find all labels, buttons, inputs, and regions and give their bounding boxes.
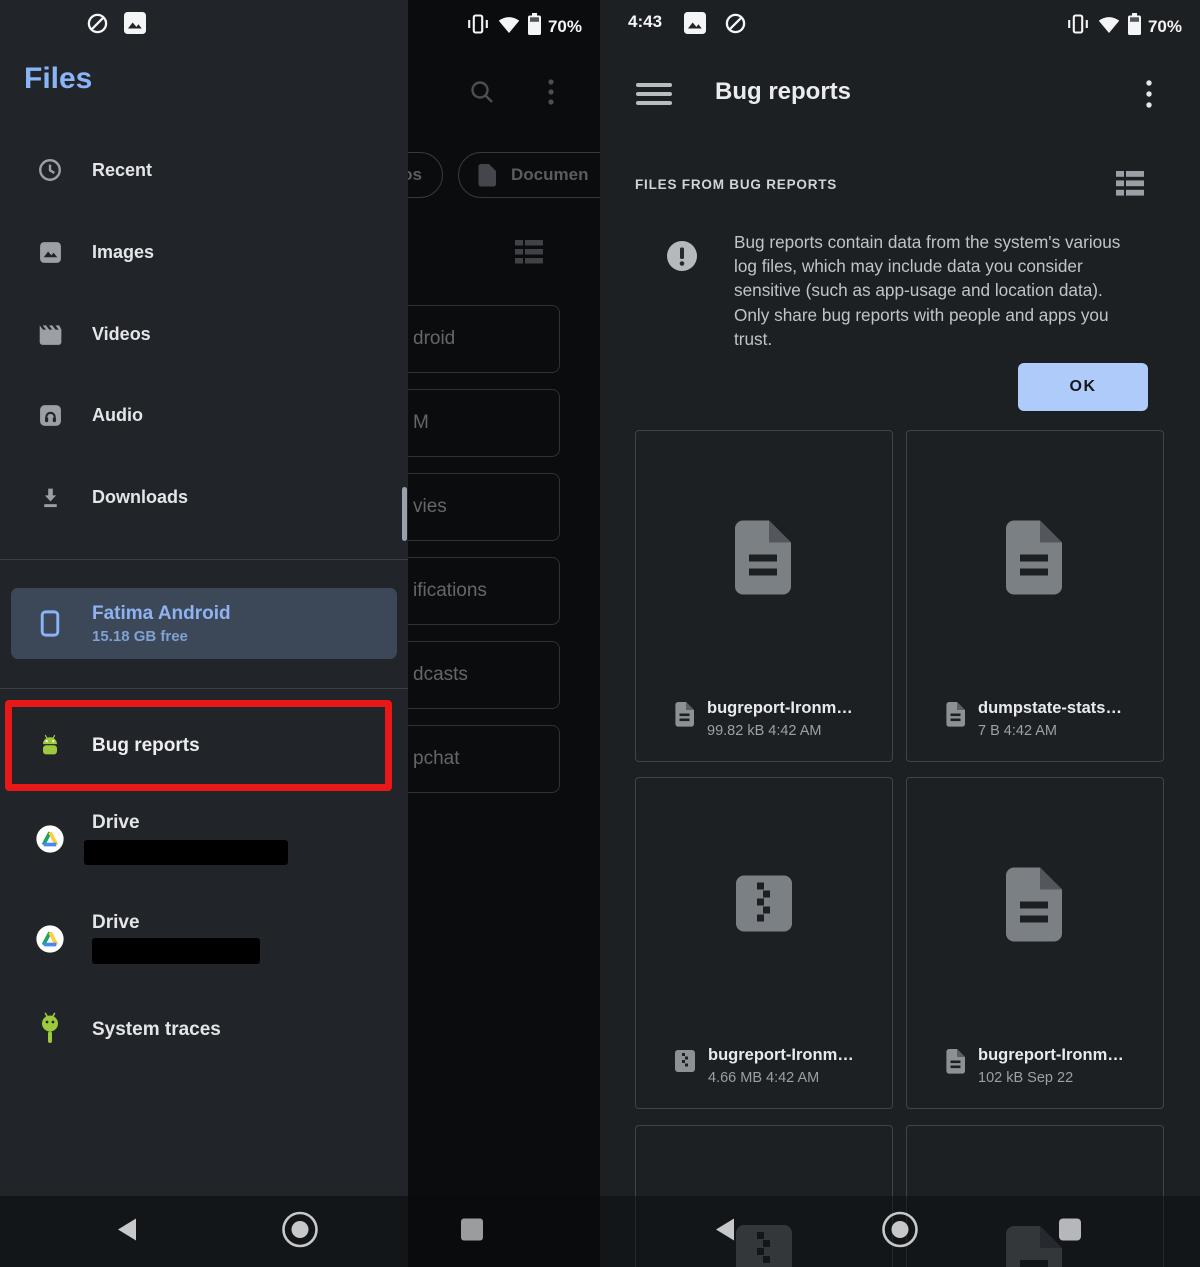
redaction-bar (84, 840, 288, 865)
file-meta: 102 kB Sep 22 (978, 1070, 1124, 1086)
document-icon (733, 519, 795, 600)
folder-item[interactable]: droid (398, 305, 560, 373)
folder-item[interactable]: dcasts (398, 641, 560, 709)
file-card[interactable]: bugreport-Ironm… 4.66 MB 4:42 AM (635, 777, 893, 1109)
page-title: Bug reports (715, 78, 851, 106)
document-icon (1004, 866, 1066, 947)
document-icon (945, 1048, 966, 1079)
overflow-menu-icon[interactable] (1146, 79, 1152, 114)
sidebar-item-label: Videos (92, 324, 151, 345)
sidebar-item-downloads[interactable]: Downloads (0, 469, 408, 525)
system-trace-icon (36, 1012, 64, 1048)
file-meta: 7 B 4:42 AM (978, 723, 1122, 739)
sidebar-item-label: Drive (92, 912, 140, 934)
divider (0, 688, 408, 689)
file-name: bugreport-Ironm… (708, 1046, 854, 1065)
redaction-bar (92, 938, 260, 964)
hamburger-menu-icon[interactable] (636, 82, 672, 111)
navigation-drawer: Files Recent Images (0, 0, 408, 1267)
data-saver-icon (724, 12, 747, 40)
folder-item[interactable]: vies (398, 473, 560, 541)
screenshot-status-icon (684, 12, 706, 39)
sidebar-item-videos[interactable]: Videos (0, 306, 408, 362)
drawer-scrollbar[interactable] (402, 487, 407, 541)
battery-percent: 70% (548, 17, 582, 37)
vibrate-icon (1066, 13, 1090, 40)
recents-button[interactable] (1058, 1217, 1082, 1246)
list-view-toggle-icon[interactable] (1116, 171, 1144, 201)
google-drive-icon (36, 820, 64, 858)
sidebar-item-label: Downloads (92, 487, 188, 508)
filter-chip-documents[interactable]: Documen (458, 152, 600, 198)
back-button[interactable] (116, 1216, 138, 1247)
data-saver-icon (86, 12, 109, 40)
file-card[interactable]: bugreport-Ironm… 99.82 kB 4:42 AM (635, 430, 893, 762)
headset-icon (36, 403, 64, 428)
document-icon (1004, 519, 1066, 600)
image-icon (36, 240, 64, 265)
section-label: FILES FROM BUG REPORTS (635, 177, 837, 192)
battery-icon (528, 13, 541, 40)
folder-item[interactable]: ifications (398, 557, 560, 625)
sidebar-item-label: Recent (92, 160, 152, 181)
notice-text: Bug reports contain data from the system… (734, 230, 1132, 351)
home-button[interactable] (280, 1209, 320, 1254)
file-card[interactable]: bugreport-Ironm… 102 kB Sep 22 (906, 777, 1164, 1109)
file-name: bugreport-Ironm… (707, 699, 853, 718)
smartphone-icon (36, 610, 64, 637)
sidebar-item-label: Audio (92, 405, 143, 426)
back-button[interactable] (714, 1216, 736, 1247)
file-name: bugreport-Ironm… (978, 1046, 1124, 1065)
system-navigation-bar (0, 1196, 600, 1267)
sidebar-item-label: Images (92, 242, 154, 263)
zip-file-icon (735, 875, 793, 938)
left-phone-screen: os Documen droid M vies ifications dcast… (0, 0, 600, 1267)
sidebar-item-label: Drive (92, 812, 140, 834)
search-icon[interactable] (468, 78, 496, 111)
overflow-menu-icon[interactable] (548, 78, 554, 111)
status-time: 4:43 (628, 12, 662, 32)
chip-label: Documen (511, 165, 588, 185)
ok-button[interactable]: OK (1018, 363, 1148, 411)
annotation-highlight-box (5, 700, 392, 791)
sidebar-item-audio[interactable]: Audio (0, 387, 408, 443)
storage-free-space: 15.18 GB free (92, 628, 231, 645)
recents-button[interactable] (460, 1217, 484, 1246)
sidebar-item-recent[interactable]: Recent (0, 142, 408, 198)
file-card[interactable]: dumpstate-stats… 7 B 4:42 AM (906, 430, 1164, 762)
battery-icon (1128, 13, 1141, 40)
folder-item[interactable]: M (398, 389, 560, 457)
sidebar-item-label: System traces (92, 1019, 221, 1041)
file-meta: 4.66 MB 4:42 AM (708, 1070, 854, 1086)
file-name: dumpstate-stats… (978, 699, 1122, 718)
system-navigation-bar (600, 1196, 1200, 1267)
sidebar-item-system-traces[interactable]: System traces (0, 1002, 408, 1058)
warning-icon (666, 240, 698, 277)
google-drive-icon (36, 920, 64, 958)
wifi-icon (1097, 15, 1121, 39)
wifi-icon (497, 15, 521, 39)
video-icon (36, 322, 64, 346)
zip-file-icon (674, 1048, 696, 1079)
right-phone-screen: 4:43 70% (600, 0, 1200, 1267)
home-button[interactable] (880, 1209, 920, 1254)
status-icons-right: 70% (1066, 13, 1182, 40)
document-icon (674, 701, 695, 732)
battery-percent: 70% (1148, 17, 1182, 37)
storage-label: Fatima Android (92, 603, 231, 625)
folder-item[interactable]: pchat (398, 725, 560, 793)
list-view-icon[interactable] (515, 240, 543, 269)
clock-icon (36, 157, 64, 183)
status-icons-right: 70% (466, 13, 582, 40)
download-icon (36, 485, 64, 510)
screenshot-status-icon (124, 12, 146, 39)
sidebar-item-internal-storage[interactable]: Fatima Android 15.18 GB free (11, 588, 397, 659)
document-icon (945, 701, 966, 732)
divider (0, 559, 408, 560)
file-meta: 99.82 kB 4:42 AM (707, 723, 853, 739)
sidebar-item-images[interactable]: Images (0, 224, 408, 280)
vibrate-icon (466, 13, 490, 40)
drawer-title: Files (24, 62, 92, 96)
document-icon (477, 163, 497, 187)
